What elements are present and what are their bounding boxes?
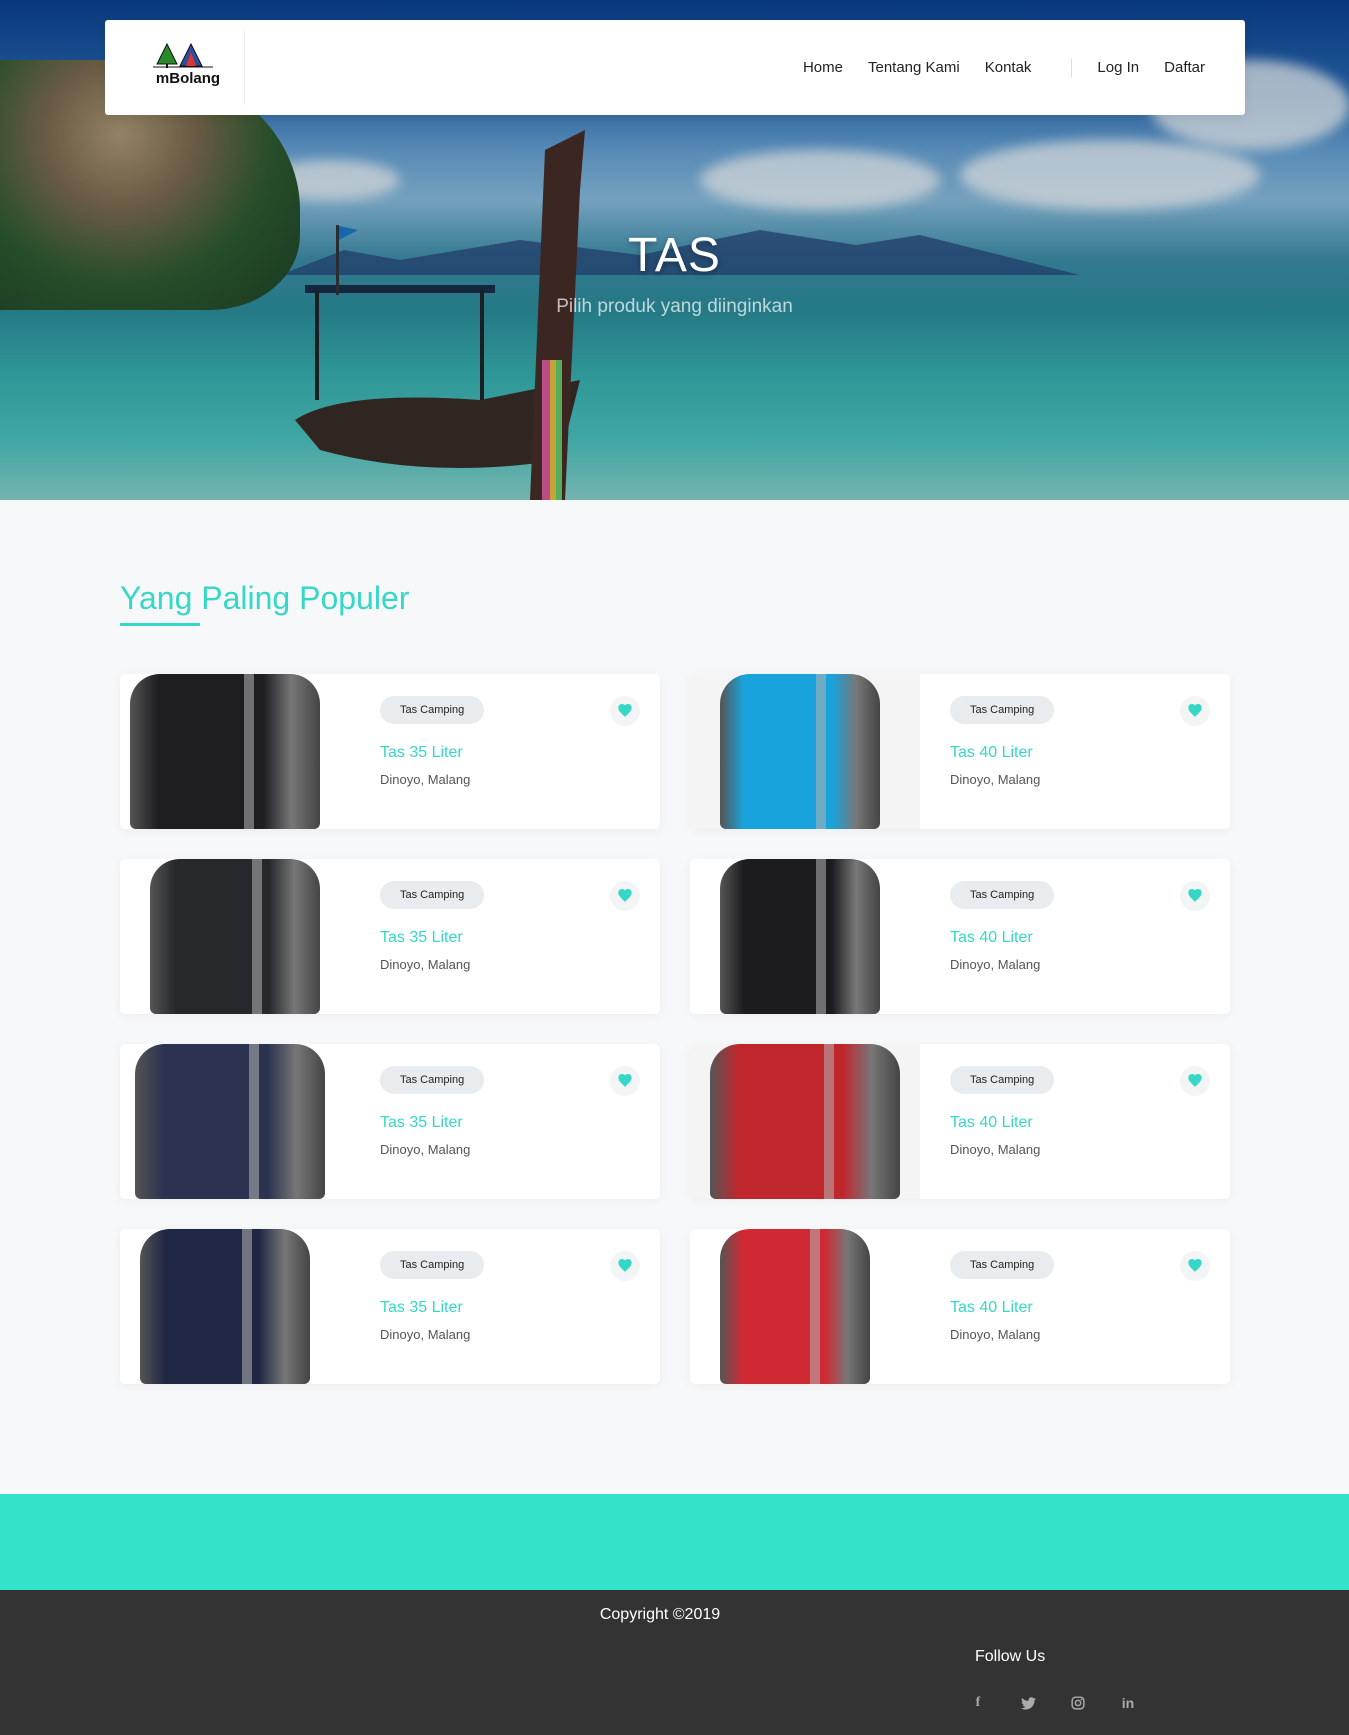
logo-divider xyxy=(244,30,245,105)
heart-icon xyxy=(1188,704,1202,718)
category-badge[interactable]: Tas Camping xyxy=(380,1251,485,1279)
backpack-image xyxy=(135,1044,325,1199)
product-title[interactable]: Tas 40 Liter xyxy=(950,929,1033,947)
product-title[interactable]: Tas 40 Liter xyxy=(950,1114,1033,1132)
backpack-strap xyxy=(816,859,826,1014)
backpack-image xyxy=(720,859,880,1014)
favorite-button[interactable] xyxy=(610,1251,640,1281)
category-badge[interactable]: Tas Camping xyxy=(380,1066,485,1094)
copyright-text: Copyright ©2019 xyxy=(599,1606,721,1623)
product-title[interactable]: Tas 35 Liter xyxy=(380,929,463,947)
nav-home[interactable]: Home xyxy=(803,59,843,76)
product-image[interactable] xyxy=(120,674,350,829)
product-card[interactable]: Tas Camping Tas 35 Liter Dinoyo, Malang xyxy=(120,859,660,1014)
navbar: mBolang Home Tentang Kami Kontak Log In … xyxy=(105,20,1245,115)
product-location: Dinoyo, Malang xyxy=(380,1142,471,1157)
product-image[interactable] xyxy=(690,859,920,1014)
product-image[interactable] xyxy=(690,1229,920,1384)
nav-menu: Home Tentang Kami Kontak Log In Daftar xyxy=(778,20,1205,115)
teal-band xyxy=(0,1494,1349,1590)
product-card[interactable]: Tas Camping Tas 35 Liter Dinoyo, Malang xyxy=(120,1229,660,1384)
follow-us-label: Follow Us xyxy=(975,1648,1046,1665)
section-underline xyxy=(120,623,200,626)
nav-divider xyxy=(1071,58,1073,77)
heart-icon xyxy=(618,1074,632,1088)
hero-title: TAS xyxy=(628,229,721,282)
product-image[interactable] xyxy=(120,1229,350,1384)
backpack-image xyxy=(720,1229,870,1384)
product-location: Dinoyo, Malang xyxy=(380,772,471,787)
backpack-strap xyxy=(242,1229,252,1384)
backpack-strap xyxy=(249,1044,259,1199)
linkedin-icon[interactable]: in xyxy=(1118,1693,1138,1713)
heart-icon xyxy=(1188,889,1202,903)
heart-icon xyxy=(618,704,632,718)
product-location: Dinoyo, Malang xyxy=(380,1327,471,1342)
product-card[interactable]: Tas Camping Tas 35 Liter Dinoyo, Malang xyxy=(120,1044,660,1199)
backpack-strap xyxy=(252,859,262,1014)
heart-icon xyxy=(618,1259,632,1273)
product-image[interactable] xyxy=(690,674,920,829)
favorite-button[interactable] xyxy=(610,881,640,911)
backpack-image xyxy=(710,1044,900,1199)
category-badge[interactable]: Tas Camping xyxy=(380,881,485,909)
category-badge[interactable]: Tas Camping xyxy=(950,1251,1055,1279)
heart-icon xyxy=(618,889,632,903)
favorite-button[interactable] xyxy=(1180,1251,1210,1281)
nav-contact[interactable]: Kontak xyxy=(985,59,1032,76)
heart-icon xyxy=(1188,1074,1202,1088)
product-image[interactable] xyxy=(120,859,350,1014)
product-card[interactable]: Tas Camping Tas 40 Liter Dinoyo, Malang xyxy=(690,674,1230,829)
backpack-strap xyxy=(824,1044,834,1199)
backpack-strap xyxy=(244,674,254,829)
product-location: Dinoyo, Malang xyxy=(950,772,1041,787)
backpack-image xyxy=(720,674,880,829)
product-card[interactable]: Tas Camping Tas 40 Liter Dinoyo, Malang xyxy=(690,1229,1230,1384)
product-location: Dinoyo, Malang xyxy=(380,957,471,972)
favorite-button[interactable] xyxy=(1180,696,1210,726)
twitter-icon[interactable] xyxy=(1018,1693,1038,1713)
backpack-strap xyxy=(816,674,826,829)
product-location: Dinoyo, Malang xyxy=(950,957,1041,972)
backpack-image xyxy=(150,859,320,1014)
tents-logo-icon xyxy=(153,42,213,68)
login-link[interactable]: Log In xyxy=(1097,59,1139,76)
hero-subtitle: Pilih produk yang diinginkan xyxy=(556,296,793,317)
section-title: Yang Paling Populer xyxy=(120,580,410,616)
social-links: f in xyxy=(968,1693,1138,1713)
nav-about[interactable]: Tentang Kami xyxy=(868,59,960,76)
backpack-image xyxy=(140,1229,310,1384)
favorite-button[interactable] xyxy=(1180,1066,1210,1096)
favorite-button[interactable] xyxy=(1180,881,1210,911)
heart-icon xyxy=(1188,1259,1202,1273)
category-badge[interactable]: Tas Camping xyxy=(950,881,1055,909)
product-title[interactable]: Tas 35 Liter xyxy=(380,1299,463,1317)
register-link[interactable]: Daftar xyxy=(1164,59,1205,76)
product-title[interactable]: Tas 40 Liter xyxy=(950,744,1033,762)
footer: Copyright ©2019 Follow Us f in xyxy=(0,1590,1349,1735)
product-location: Dinoyo, Malang xyxy=(950,1142,1041,1157)
backpack-image xyxy=(130,674,320,829)
product-title[interactable]: Tas 35 Liter xyxy=(380,1114,463,1132)
product-image[interactable] xyxy=(690,1044,920,1199)
product-image[interactable] xyxy=(120,1044,350,1199)
product-card[interactable]: Tas Camping Tas 35 Liter Dinoyo, Malang xyxy=(120,674,660,829)
instagram-icon[interactable] xyxy=(1068,1693,1088,1713)
favorite-button[interactable] xyxy=(610,696,640,726)
category-badge[interactable]: Tas Camping xyxy=(950,696,1055,724)
product-location: Dinoyo, Malang xyxy=(950,1327,1041,1342)
product-card[interactable]: Tas Camping Tas 40 Liter Dinoyo, Malang xyxy=(690,1044,1230,1199)
product-title[interactable]: Tas 40 Liter xyxy=(950,1299,1033,1317)
category-badge[interactable]: Tas Camping xyxy=(380,696,485,724)
brand-name: mBolang xyxy=(155,70,221,87)
product-card[interactable]: Tas Camping Tas 40 Liter Dinoyo, Malang xyxy=(690,859,1230,1014)
favorite-button[interactable] xyxy=(610,1066,640,1096)
brand-logo[interactable]: mBolang xyxy=(153,42,223,94)
category-badge[interactable]: Tas Camping xyxy=(950,1066,1055,1094)
product-title[interactable]: Tas 35 Liter xyxy=(380,744,463,762)
facebook-icon[interactable]: f xyxy=(968,1693,988,1713)
backpack-strap xyxy=(810,1229,820,1384)
